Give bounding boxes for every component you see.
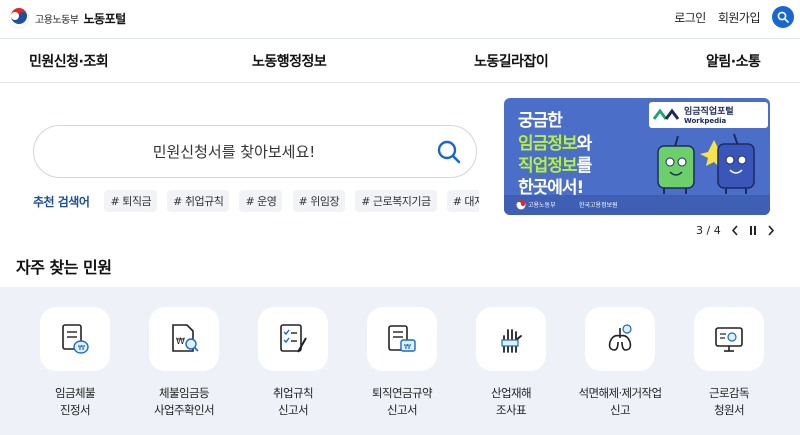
service-card[interactable] bbox=[585, 307, 655, 371]
keyword-tag[interactable]: # 운영 bbox=[239, 190, 283, 212]
banner-pager: 3 / 4 bbox=[696, 224, 775, 237]
service-label-line1: 체불임금등 bbox=[159, 386, 210, 400]
service-label: 취업규칙신고서 bbox=[246, 385, 340, 419]
wage-complaint-icon: ₩ bbox=[62, 324, 89, 354]
service-label: 임금체불진정서 bbox=[28, 385, 122, 419]
service-label-line2: 신고서 bbox=[387, 403, 418, 417]
taegeuk-logo-icon bbox=[8, 7, 30, 29]
banner-line-1: 궁금한 bbox=[518, 111, 563, 131]
nav-labor-admin-info[interactable]: 노동행정정보 bbox=[252, 51, 327, 71]
svg-text:₩: ₩ bbox=[404, 343, 411, 351]
service-card[interactable]: ₩ bbox=[40, 307, 110, 371]
banner-footer: 고용노동부 한국고용정보원 bbox=[504, 195, 770, 215]
chevron-right-icon[interactable] bbox=[767, 225, 775, 236]
banner-brand-title: 임금직업포털 bbox=[684, 107, 734, 117]
keyword-tag[interactable]: # 취업규칙 bbox=[167, 190, 230, 212]
service-label-line2: 진정서 bbox=[60, 403, 91, 417]
industrial-accident-icon bbox=[501, 329, 522, 353]
svg-text:₩: ₩ bbox=[78, 344, 85, 352]
banner-brand: 임금직업포털 Workpedia bbox=[684, 104, 734, 125]
frequent-services-title: 자주 찾는 민원 bbox=[16, 258, 112, 277]
search-icon bbox=[777, 11, 789, 23]
pager-count: 3 / 4 bbox=[696, 224, 721, 237]
header-search-button[interactable] bbox=[772, 6, 794, 28]
banner-footer-ministry: 고용노동부 bbox=[528, 202, 556, 209]
service-label-line1: 근로감독 bbox=[709, 386, 750, 400]
workpedia-logo-icon bbox=[652, 108, 680, 120]
nav-civil-application[interactable]: 민원신청·조회 bbox=[29, 51, 109, 71]
banner-footer-agency: 한국고용정보원 bbox=[579, 202, 618, 209]
service-card[interactable] bbox=[476, 307, 546, 371]
chevron-left-icon[interactable] bbox=[731, 225, 739, 236]
pager-total: 4 bbox=[713, 224, 721, 237]
service-label-line1: 임금체불 bbox=[55, 386, 96, 400]
recommended-keywords: 추천 검색어 # 퇴직금 # 취업규칙 # 운영 # 위임장 # 근로복지기금 … bbox=[33, 190, 479, 214]
service-label-line2: 사업주확인서 bbox=[154, 403, 214, 417]
asbestos-removal-icon bbox=[608, 324, 632, 351]
service-label-line2: 조사표 bbox=[496, 403, 527, 417]
service-label: 퇴직연금규약신고서 bbox=[355, 385, 449, 419]
service-label: 산업재해조사표 bbox=[464, 385, 558, 419]
keyword-tag[interactable]: # 위임장 bbox=[292, 190, 346, 212]
service-label-line1: 퇴직연금규약 bbox=[372, 386, 432, 400]
utility-menu: 로그인 회원가입 bbox=[674, 6, 794, 28]
unpaid-wage-confirm-icon: ₩ bbox=[172, 324, 199, 352]
service-card[interactable] bbox=[694, 307, 764, 371]
ministry-mini-logo-icon bbox=[516, 200, 526, 210]
recommended-keywords-label: 추천 검색어 bbox=[33, 194, 90, 209]
login-link[interactable]: 로그인 bbox=[674, 9, 706, 26]
service-label: 체불임금등사업주확인서 bbox=[137, 385, 231, 419]
keyword-tag[interactable]: # 대지 bbox=[446, 190, 479, 212]
banner-brand-sub: Workpedia bbox=[684, 117, 727, 125]
service-card[interactable]: ₩ bbox=[367, 307, 437, 371]
work-rules-icon bbox=[280, 324, 307, 353]
nav-notice-communication[interactable]: 알림·소통 bbox=[706, 51, 761, 71]
service-label-line1: 석면해제·제거작업 bbox=[578, 386, 663, 400]
search-icon[interactable] bbox=[436, 139, 462, 165]
service-label-line2: 청원서 bbox=[714, 403, 745, 417]
signup-link[interactable]: 회원가입 bbox=[718, 9, 761, 26]
nav-divider bbox=[0, 82, 800, 83]
main-navigation: 민원신청·조회 노동행정정보 노동길라잡이 알림·소통 bbox=[0, 39, 800, 81]
top-bar: 고용노동부 노동포털 로그인 회원가입 bbox=[0, 0, 800, 38]
portal-name: 노동포털 bbox=[83, 11, 127, 26]
labor-inspection-icon bbox=[715, 327, 743, 352]
keyword-tag[interactable]: # 퇴직금 bbox=[104, 190, 158, 212]
mascot-characters-icon bbox=[657, 133, 755, 194]
pause-icon[interactable] bbox=[749, 225, 757, 236]
search-input[interactable] bbox=[64, 140, 404, 164]
service-label-line1: 산업재해 bbox=[491, 386, 532, 400]
svg-text:₩: ₩ bbox=[176, 337, 185, 347]
nav-labor-guide[interactable]: 노동길라잡이 bbox=[474, 51, 549, 71]
pager-current: 3 bbox=[696, 224, 703, 237]
service-label-line1: 취업규칙 bbox=[273, 386, 314, 400]
promo-banner-workpedia[interactable]: 임금직업포털 Workpedia 궁금한 임금정보와 직업정보를 한곳에서! 고… bbox=[504, 98, 770, 215]
civil-form-search bbox=[33, 125, 477, 178]
site-logo[interactable]: 고용노동부 노동포털 bbox=[8, 7, 126, 29]
retirement-pension-icon: ₩ bbox=[388, 325, 416, 352]
service-label-line2: 신고서 bbox=[278, 403, 309, 417]
keyword-tag[interactable]: # 근로복지기금 bbox=[355, 190, 437, 212]
service-card[interactable]: ₩ bbox=[149, 307, 219, 371]
service-label: 근로감독청원서 bbox=[682, 385, 776, 419]
service-label-line2: 신고 bbox=[610, 403, 631, 417]
pager-separator: / bbox=[706, 224, 711, 237]
service-card[interactable] bbox=[258, 307, 328, 371]
service-label: 석면해제·제거작업신고 bbox=[573, 385, 667, 419]
ministry-name: 고용노동부 bbox=[35, 14, 79, 26]
